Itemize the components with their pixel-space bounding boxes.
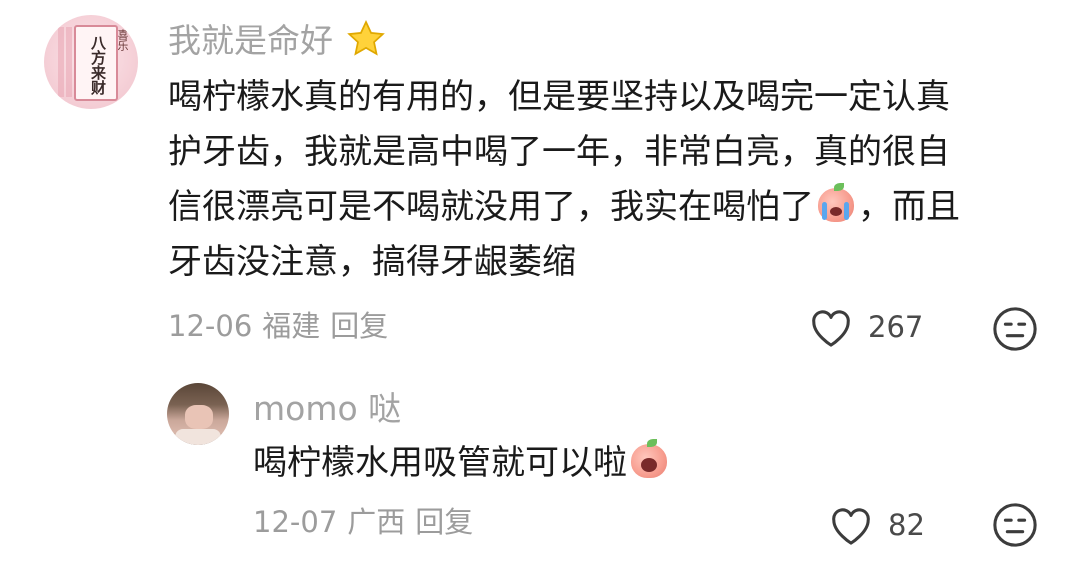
star-icon — [346, 19, 385, 56]
comment-text-line: 信很漂亮可是不喝就没用了，我实在喝怕了 ，而且 — [168, 180, 960, 235]
avatar[interactable]: 八方来财 喜乐 — [44, 15, 138, 109]
comment-text-line: 护牙齿，我就是高中喝了一年，非常白亮，真的很自 — [168, 132, 950, 172]
dislike-button[interactable] — [992, 306, 1038, 356]
avatar[interactable] — [167, 383, 229, 445]
comment-location: 福建 — [262, 309, 321, 343]
neutral-face-icon — [993, 503, 1037, 547]
heart-icon — [812, 310, 850, 347]
like-button[interactable]: 267 — [808, 306, 923, 348]
like-count: 267 — [868, 310, 924, 344]
comment-meta: 12-07 广西 回复 — [253, 504, 483, 540]
comment-text-line: 牙齿没注意，搞得牙龈萎缩 — [168, 242, 576, 282]
neutral-face-icon — [993, 307, 1037, 351]
crying-peach-emoji — [814, 182, 858, 226]
comment-date: 12-06 — [168, 309, 253, 343]
comment-meta: 12-06 福建 回复 — [168, 308, 398, 344]
reply-button[interactable]: 回复 — [330, 309, 388, 343]
like-button[interactable]: 82 — [828, 504, 925, 546]
comment-location: 广西 — [347, 505, 406, 539]
heart-icon — [832, 508, 870, 545]
username[interactable]: momo 哒 — [253, 389, 401, 429]
avatar-text: 八方来财 — [89, 35, 107, 95]
comment-text-line: 喝柠檬水用吸管就可以啦 — [253, 436, 671, 491]
reply-button[interactable]: 回复 — [415, 505, 473, 539]
dislike-button[interactable] — [992, 502, 1038, 552]
comment-text: 喝柠檬水真的有用的，但是要坚持以及喝完一定认真 护牙齿，我就是高中喝了一年，非常… — [168, 70, 960, 290]
comment-text-line: 喝柠檬水真的有用的，但是要坚持以及喝完一定认真 — [168, 77, 950, 117]
like-count: 82 — [888, 508, 925, 542]
comment-date: 12-07 — [253, 505, 338, 539]
username[interactable]: 我就是命好 — [168, 18, 388, 61]
comment-text: 喝柠檬水用吸管就可以啦 — [253, 436, 671, 491]
shocked-peach-emoji — [627, 438, 671, 482]
avatar-side-text: 喜乐 — [116, 29, 129, 51]
